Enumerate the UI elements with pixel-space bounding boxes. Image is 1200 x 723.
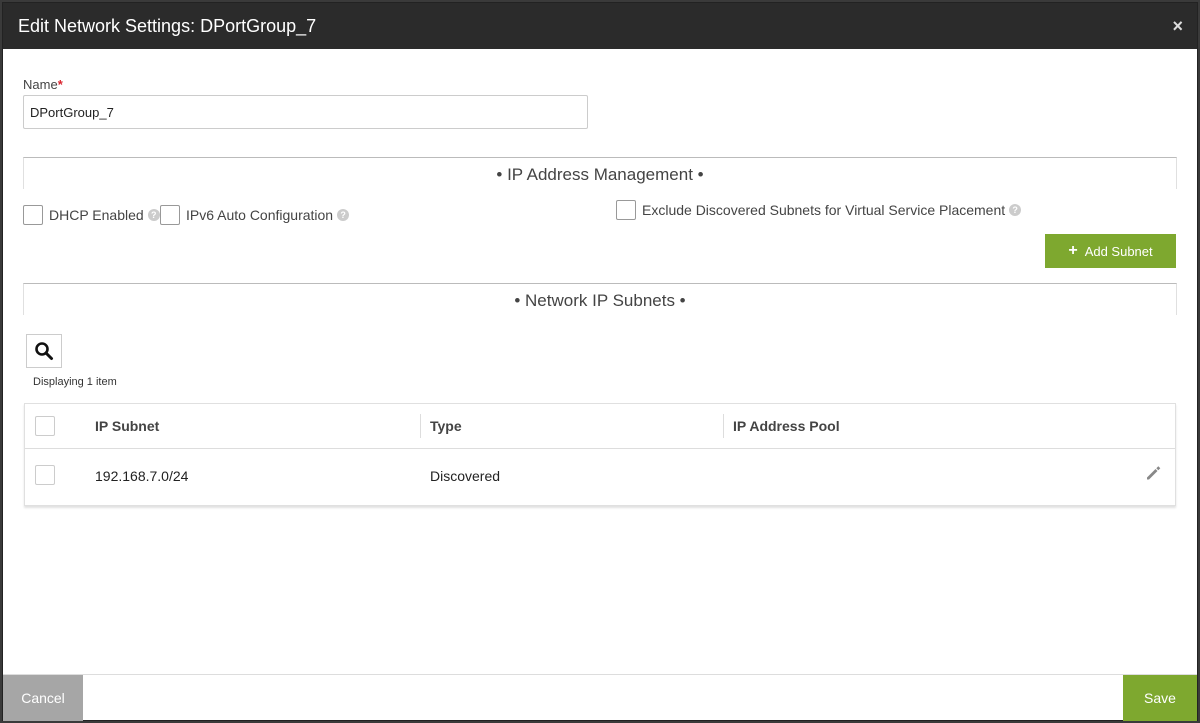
edit-pencil-icon[interactable] [1145, 465, 1161, 486]
cell-ip-subnet: 192.168.7.0/24 [95, 468, 189, 484]
subnets-section-title: • Network IP Subnets • [514, 291, 686, 310]
save-button[interactable]: Save [1123, 675, 1197, 721]
dhcp-label: DHCP Enabled [49, 207, 144, 223]
subnets-table: IP Subnet Type IP Address Pool 192.168.7… [24, 403, 1176, 506]
plus-icon: + [1068, 242, 1078, 259]
column-divider [420, 414, 421, 438]
cancel-button[interactable]: Cancel [3, 675, 83, 721]
column-divider [723, 414, 724, 438]
add-subnet-button[interactable]: + Add Subnet [1045, 234, 1176, 268]
table-row[interactable]: 192.168.7.0/24 Discovered [25, 450, 1175, 505]
help-icon[interactable]: ? [337, 209, 350, 221]
column-ip-address-pool[interactable]: IP Address Pool [733, 418, 840, 434]
help-icon[interactable]: ? [147, 209, 160, 221]
ipv6-option: IPv6 Auto Configuration ? [160, 205, 350, 225]
search-button[interactable] [26, 334, 62, 368]
exclude-subnets-label: Exclude Discovered Subnets for Virtual S… [642, 202, 1006, 218]
help-icon[interactable]: ? [1009, 204, 1022, 216]
edit-network-dialog: Edit Network Settings: DPortGroup_7 × Na… [2, 2, 1198, 721]
search-icon [35, 342, 53, 360]
add-subnet-label: Add Subnet [1084, 243, 1153, 259]
exclude-subnets-option: Exclude Discovered Subnets for Virtual S… [616, 200, 1022, 220]
dhcp-option: DHCP Enabled ? [23, 205, 160, 225]
dhcp-checkbox[interactable] [23, 205, 43, 225]
dialog-body: Name* • IP Address Management • DHCP Ena… [3, 49, 1197, 674]
ipam-section-header: • IP Address Management • [23, 157, 1177, 189]
subnets-section-header: • Network IP Subnets • [23, 283, 1177, 315]
dialog-footer: Cancel Save [3, 674, 1197, 721]
name-label-text: Name [23, 77, 58, 92]
ipv6-label: IPv6 Auto Configuration [186, 207, 334, 223]
cell-type: Discovered [430, 468, 501, 484]
name-label: Name* [23, 77, 63, 92]
name-input[interactable] [23, 95, 588, 129]
table-header: IP Subnet Type IP Address Pool [25, 404, 1175, 449]
column-type[interactable]: Type [430, 418, 462, 434]
column-ip-subnet[interactable]: IP Subnet [95, 418, 159, 434]
row-checkbox[interactable] [35, 465, 55, 485]
dialog-title: Edit Network Settings: DPortGroup_7 [18, 16, 317, 36]
select-all-checkbox[interactable] [35, 416, 55, 436]
ipv6-checkbox[interactable] [160, 205, 180, 225]
dialog-header: Edit Network Settings: DPortGroup_7 × [3, 3, 1197, 49]
required-marker: * [57, 77, 63, 92]
item-count: Displaying 1 item [33, 376, 117, 388]
exclude-subnets-checkbox[interactable] [616, 200, 636, 220]
close-icon[interactable]: × [1172, 16, 1183, 37]
ipam-section-title: • IP Address Management • [496, 165, 704, 184]
